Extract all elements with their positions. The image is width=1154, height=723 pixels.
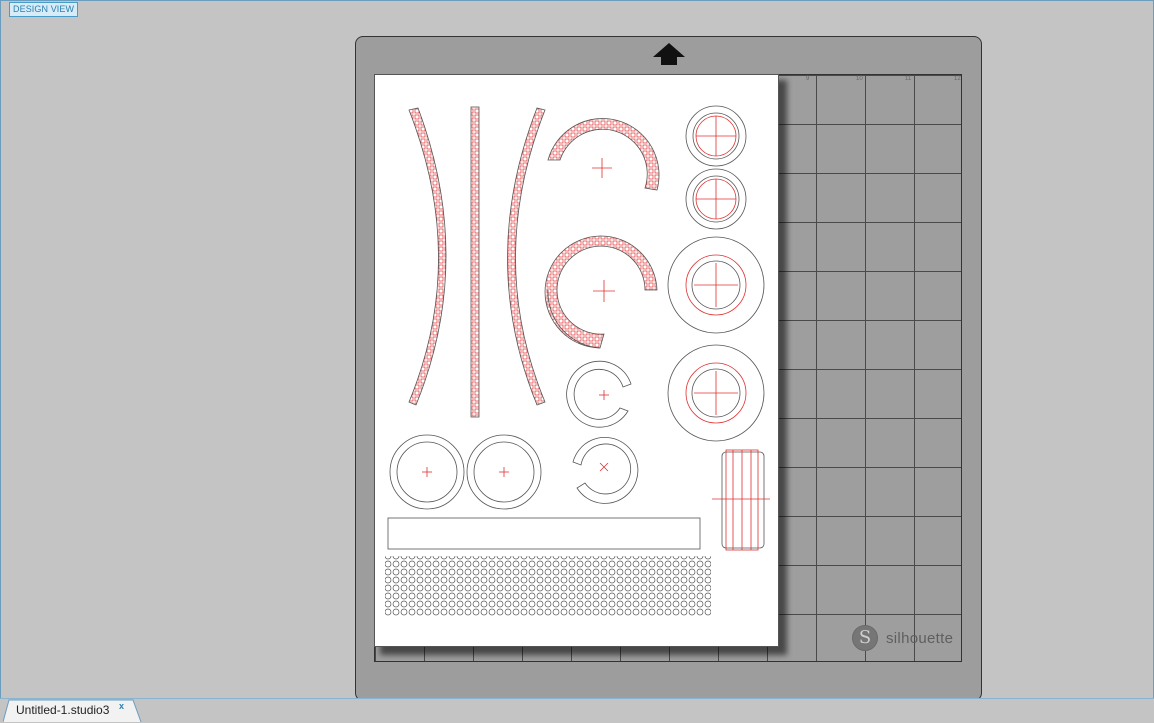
- silhouette-wordmark: silhouette: [886, 629, 954, 647]
- arrow-up-icon: [653, 43, 685, 65]
- tab-label: Untitled-1.studio3: [16, 703, 110, 717]
- silhouette-logo: S silhouette: [852, 625, 953, 651]
- design-page[interactable]: [374, 74, 779, 647]
- close-icon[interactable]: x: [119, 701, 124, 711]
- mat-ruler-top: 9 10 11 12: [806, 76, 966, 84]
- document-tab-bar: Untitled-1.studio3 x: [0, 698, 1154, 723]
- silhouette-mark: S: [852, 625, 878, 651]
- ruler-label: 10: [856, 76, 863, 82]
- ruler-label: 11: [905, 76, 912, 82]
- ruler-label: 9: [806, 76, 810, 82]
- design-view-badge: DESIGN VIEW: [9, 2, 79, 17]
- ruler-label: 12: [954, 76, 961, 82]
